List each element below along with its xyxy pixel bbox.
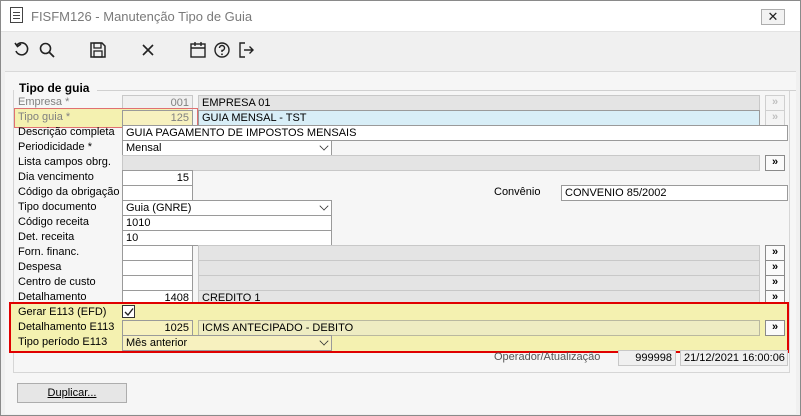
centro-custo-lookup-button[interactable]: » bbox=[765, 275, 785, 291]
periodicidade-label: Periodicidade * bbox=[18, 141, 92, 153]
dia-vencimento-label: Dia vencimento bbox=[18, 171, 94, 183]
window-title: FISFM126 - Manutenção Tipo de Guia bbox=[31, 9, 253, 24]
search-icon[interactable] bbox=[36, 39, 58, 61]
descricao-label: Descrição completa bbox=[18, 126, 115, 138]
det-receita-label: Det. receita bbox=[18, 231, 75, 243]
descricao-field[interactable]: GUIA PAGAMENTO DE IMPOSTOS MENSAIS bbox=[122, 125, 788, 141]
lista-campos-field bbox=[122, 155, 760, 171]
forn-financ-label: Forn. financ. bbox=[18, 246, 80, 258]
operador-label: Operador/Atualização bbox=[494, 351, 601, 363]
window: FISFM126 - Manutenção Tipo de Guia ✕ Tip… bbox=[0, 0, 801, 416]
tipo-documento-select[interactable]: Guia (GNRE) bbox=[122, 200, 332, 216]
despesa-label: Despesa bbox=[18, 261, 62, 273]
close-button[interactable]: ✕ bbox=[761, 9, 785, 25]
cancel-x-icon[interactable] bbox=[137, 39, 159, 61]
chevron-down-icon bbox=[319, 141, 329, 151]
centro-custo-code-field[interactable] bbox=[122, 275, 193, 291]
document-icon bbox=[10, 7, 23, 23]
title-bar: FISFM126 - Manutenção Tipo de Guia ✕ bbox=[1, 1, 800, 32]
centro-custo-desc-field bbox=[198, 275, 760, 291]
despesa-lookup-button[interactable]: » bbox=[765, 260, 785, 276]
lista-campos-lookup-button[interactable]: » bbox=[765, 155, 785, 171]
group-title: Tipo de guia bbox=[19, 81, 90, 95]
form-area: Tipo de guia Empresa * 001 EMPRESA 01 » … bbox=[5, 71, 796, 414]
undo-icon[interactable] bbox=[11, 39, 33, 61]
tipo-documento-label: Tipo documento bbox=[18, 201, 97, 213]
det-receita-field[interactable]: 10 bbox=[122, 230, 332, 246]
save-icon[interactable] bbox=[87, 39, 109, 61]
calendar-icon[interactable] bbox=[187, 39, 209, 61]
help-icon[interactable] bbox=[211, 39, 233, 61]
codigo-receita-label: Código receita bbox=[18, 216, 89, 228]
chevron-down-icon bbox=[319, 201, 329, 211]
duplicar-button[interactable]: Duplicar... bbox=[17, 383, 127, 403]
despesa-desc-field bbox=[198, 260, 760, 276]
operador-field: 999998 bbox=[618, 350, 676, 366]
highlight-box bbox=[9, 302, 789, 353]
tipo-guia-lookup-button[interactable]: » bbox=[765, 110, 785, 126]
toolbar bbox=[1, 32, 800, 68]
empresa-desc-field: EMPRESA 01 bbox=[198, 95, 760, 111]
forn-financ-lookup-button[interactable]: » bbox=[765, 245, 785, 261]
tipo-guia-desc-field: GUIA MENSAL - TST bbox=[198, 110, 760, 126]
despesa-code-field[interactable] bbox=[122, 260, 193, 276]
centro-custo-label: Centro de custo bbox=[18, 276, 96, 288]
forn-financ-desc-field bbox=[198, 245, 760, 261]
empresa-lookup-button[interactable]: » bbox=[765, 95, 785, 111]
forn-financ-code-field[interactable] bbox=[122, 245, 193, 261]
codigo-obrigacao-label: Código da obrigação bbox=[18, 186, 120, 198]
dia-vencimento-field[interactable]: 15 bbox=[122, 170, 193, 186]
periodicidade-select[interactable]: Mensal bbox=[122, 140, 332, 156]
atualizacao-field: 21/12/2021 16:00:06 bbox=[680, 350, 788, 366]
codigo-receita-field[interactable]: 1010 bbox=[122, 215, 332, 231]
convenio-field[interactable]: CONVENIO 85/2002 bbox=[561, 185, 788, 201]
lista-campos-label: Lista campos obrg. bbox=[18, 156, 111, 168]
convenio-label: Convênio bbox=[494, 186, 541, 198]
exit-icon[interactable] bbox=[235, 39, 257, 61]
codigo-obrigacao-field[interactable] bbox=[122, 185, 193, 201]
